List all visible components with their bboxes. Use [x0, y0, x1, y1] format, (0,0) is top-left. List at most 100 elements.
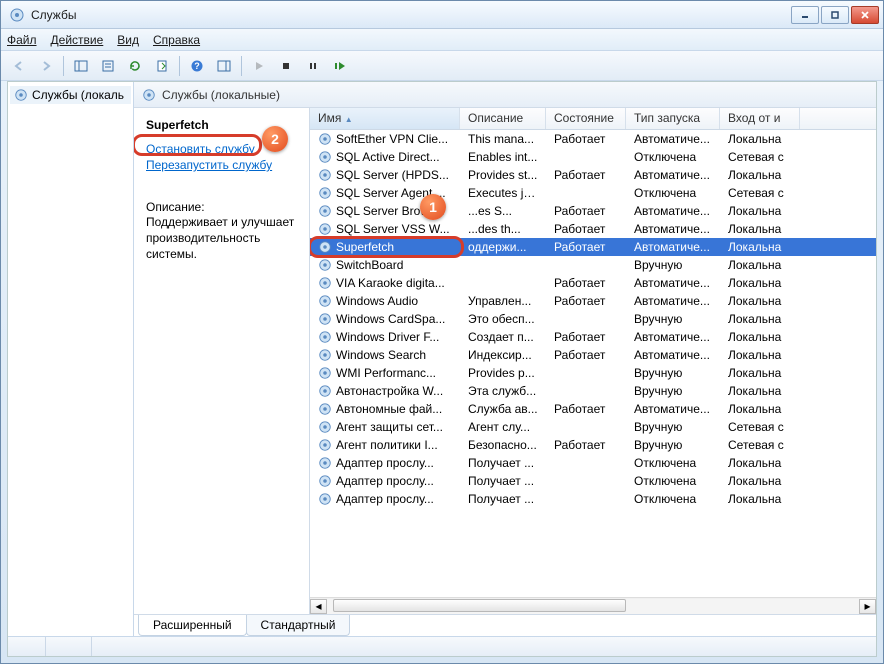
cell-logon: Локальна — [720, 474, 800, 488]
detail-pane: Superfetch Остановить службу Перезапусти… — [134, 108, 310, 614]
cell-name: Windows Audio — [310, 294, 460, 308]
cell-state: Работает — [546, 330, 626, 344]
cell-startup: Вручную — [626, 420, 720, 434]
cell-name: SQL Server Browser — [310, 204, 460, 218]
cell-startup: Вручную — [626, 366, 720, 380]
cell-state: Работает — [546, 276, 626, 290]
tree-pane[interactable]: Службы (локаль — [8, 82, 134, 636]
service-row[interactable]: SoftEther VPN Clie...This mana...Работае… — [310, 130, 876, 148]
col-name[interactable]: Имя ▲ — [310, 108, 460, 129]
close-button[interactable] — [851, 6, 879, 24]
service-rows[interactable]: SoftEther VPN Clie...This mana...Работае… — [310, 130, 876, 597]
horizontal-scrollbar[interactable]: ◂ ▸ — [310, 597, 876, 614]
cell-name: SQL Server Agent ... — [310, 186, 460, 200]
cell-startup: Отключена — [626, 492, 720, 506]
titlebar[interactable]: Службы — [1, 1, 883, 29]
description-label: Описание: — [146, 200, 299, 214]
service-row[interactable]: SQL Server VSS W......des th...РаботаетА… — [310, 220, 876, 238]
cell-startup: Автоматиче... — [626, 330, 720, 344]
service-row[interactable]: Адаптер прослу...Получает ...ОтключенаЛо… — [310, 454, 876, 472]
cell-logon: Локальна — [720, 402, 800, 416]
gear-icon — [142, 88, 156, 102]
service-row[interactable]: SQL Active Direct...Enables int...Отключ… — [310, 148, 876, 166]
cell-logon: Сетевая с — [720, 438, 800, 452]
service-row[interactable]: VIA Karaoke digita...РаботаетАвтоматиче.… — [310, 274, 876, 292]
service-row[interactable]: Windows Driver F...Создает п...РаботаетА… — [310, 328, 876, 346]
service-row[interactable]: Автонастройка W...Эта служб...ВручнуюЛок… — [310, 382, 876, 400]
cell-name: Автонастройка W... — [310, 384, 460, 398]
menu-file[interactable]: Файл — [7, 33, 37, 47]
cell-startup: Автоматиче... — [626, 294, 720, 308]
properties-button[interactable] — [96, 54, 120, 78]
col-logon[interactable]: Вход от и — [720, 108, 800, 129]
service-row[interactable]: SQL Server Agent ...Executes jo...Отключ… — [310, 184, 876, 202]
cell-desc: ...es S... — [460, 204, 546, 218]
cell-state: Работает — [546, 402, 626, 416]
cell-desc: Получает ... — [460, 456, 546, 470]
restart-service-button[interactable] — [328, 54, 352, 78]
service-row[interactable]: SwitchBoardВручнуюЛокальна — [310, 256, 876, 274]
show-hide-action-pane-button[interactable] — [212, 54, 236, 78]
export-button[interactable] — [150, 54, 174, 78]
selected-service-name: Superfetch — [146, 118, 299, 132]
service-row[interactable]: Автономные фай...Служба ав...РаботаетАвт… — [310, 400, 876, 418]
service-row[interactable]: Агент политики I...Безопасно...РаботаетВ… — [310, 436, 876, 454]
cell-state: Работает — [546, 132, 626, 146]
cell-logon: Локальна — [720, 384, 800, 398]
cell-startup: Отключена — [626, 456, 720, 470]
scroll-track[interactable] — [327, 599, 859, 614]
service-row[interactable]: Windows CardSpa...Это обесп...ВручнуюЛок… — [310, 310, 876, 328]
menu-view[interactable]: Вид — [117, 33, 139, 47]
tab-standard[interactable]: Стандартный — [246, 615, 351, 636]
stop-service-link[interactable]: Остановить службу — [146, 142, 299, 156]
scroll-right-button[interactable]: ▸ — [859, 599, 876, 614]
maximize-button[interactable] — [821, 6, 849, 24]
cell-startup: Автоматиче... — [626, 204, 720, 218]
service-row[interactable]: SQL Server (HPDS...Provides st...Работае… — [310, 166, 876, 184]
show-hide-tree-button[interactable] — [69, 54, 93, 78]
restart-service-link[interactable]: Перезапустить службу — [146, 158, 299, 172]
cell-name: SwitchBoard — [310, 258, 460, 272]
cell-name: WMI Performanc... — [310, 366, 460, 380]
cell-startup: Автоматиче... — [626, 132, 720, 146]
service-row[interactable]: Адаптер прослу...Получает ...ОтключенаЛо… — [310, 490, 876, 508]
col-state[interactable]: Состояние — [546, 108, 626, 129]
tab-extended[interactable]: Расширенный — [138, 615, 247, 636]
service-row[interactable]: Windows AudioУправлен...РаботаетАвтомати… — [310, 292, 876, 310]
toolbar: ? — [1, 51, 883, 81]
cell-logon: Локальна — [720, 330, 800, 344]
cell-logon: Локальна — [720, 168, 800, 182]
col-startup[interactable]: Тип запуска — [626, 108, 720, 129]
cell-desc: Получает ... — [460, 474, 546, 488]
service-row[interactable]: Агент защиты сет...Агент слу...ВручнуюСе… — [310, 418, 876, 436]
minimize-button[interactable] — [791, 6, 819, 24]
help-button[interactable]: ? — [185, 54, 209, 78]
scroll-left-button[interactable]: ◂ — [310, 599, 327, 614]
cell-desc: Это обесп... — [460, 312, 546, 326]
cell-logon: Локальна — [720, 492, 800, 506]
col-desc[interactable]: Описание — [460, 108, 546, 129]
cell-name: Агент защиты сет... — [310, 420, 460, 434]
service-row[interactable]: Адаптер прослу...Получает ...ОтключенаЛо… — [310, 472, 876, 490]
cell-logon: Локальна — [720, 366, 800, 380]
cell-state: Работает — [546, 168, 626, 182]
cell-logon: Локальна — [720, 456, 800, 470]
menu-action[interactable]: Действие — [51, 33, 104, 47]
tree-item-services-local[interactable]: Службы (локаль — [10, 86, 131, 104]
cell-state: Работает — [546, 438, 626, 452]
start-service-button — [247, 54, 271, 78]
refresh-button[interactable] — [123, 54, 147, 78]
stop-service-button[interactable] — [274, 54, 298, 78]
service-row[interactable]: WMI Performanc...Provides p...ВручнуюЛок… — [310, 364, 876, 382]
service-row[interactable]: SQL Server Browser...es S...РаботаетАвто… — [310, 202, 876, 220]
cell-startup: Вручную — [626, 312, 720, 326]
service-row[interactable]: Superfetchоддержи...РаботаетАвтоматиче..… — [310, 238, 876, 256]
menu-help[interactable]: Справка — [153, 33, 200, 47]
cell-startup: Автоматиче... — [626, 240, 720, 254]
pause-service-button[interactable] — [301, 54, 325, 78]
service-row[interactable]: Windows SearchИндексир...РаботаетАвтомат… — [310, 346, 876, 364]
cell-desc: Enables int... — [460, 150, 546, 164]
cell-logon: Сетевая с — [720, 186, 800, 200]
scroll-thumb[interactable] — [333, 599, 626, 612]
menubar: Файл Действие Вид Справка — [1, 29, 883, 51]
